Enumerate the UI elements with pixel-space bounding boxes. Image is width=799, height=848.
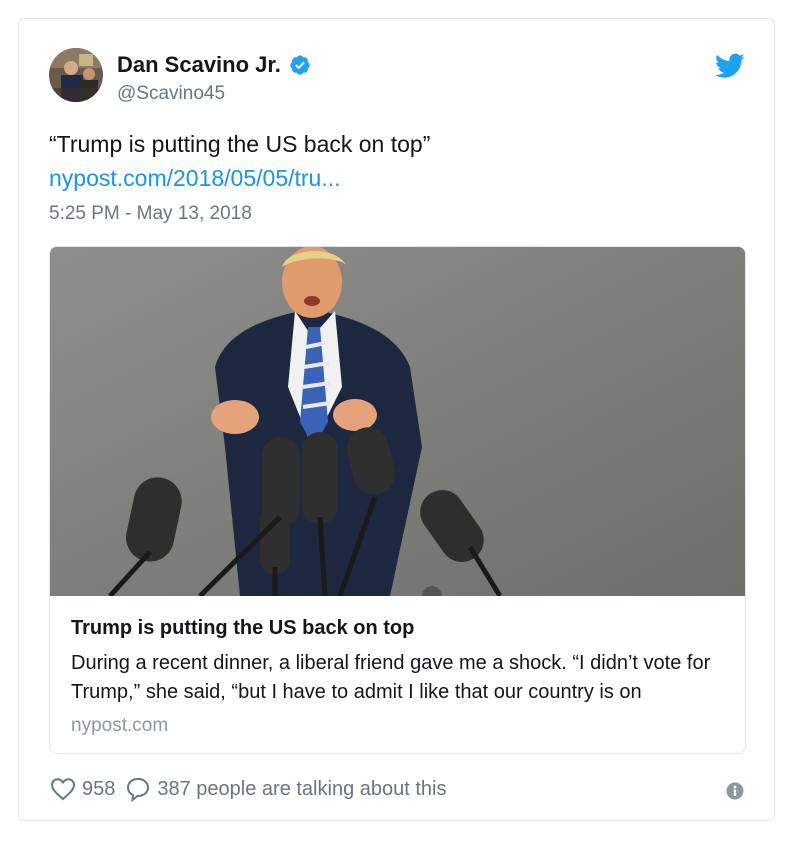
like-button[interactable]: 958 xyxy=(50,777,115,801)
tweet-timestamp[interactable]: 5:25 PM - May 13, 2018 xyxy=(49,203,252,225)
conversation-count: 387 people are talking about this xyxy=(157,777,447,800)
user-handle[interactable]: @Scavino45 xyxy=(117,83,225,105)
reply-bubble-icon xyxy=(127,777,150,802)
twitter-bird-icon[interactable] xyxy=(715,53,745,79)
tweet-actions: 958 387 people are talking about this xyxy=(50,776,456,802)
conversation-button[interactable]: 387 people are talking about this xyxy=(125,776,446,802)
tweet-link[interactable]: nypost.com/2018/05/05/tru... xyxy=(49,165,341,192)
like-count: 958 xyxy=(82,777,116,800)
tweet-card[interactable]: Dan Scavino Jr. @Scavino45 “Trump is put… xyxy=(18,18,775,821)
avatar[interactable] xyxy=(49,48,103,102)
display-name[interactable]: Dan Scavino Jr. xyxy=(117,52,311,78)
link-preview-domain: nypost.com xyxy=(71,715,169,736)
verified-badge-icon xyxy=(290,55,310,75)
display-name-text[interactable]: Dan Scavino Jr. xyxy=(117,52,281,78)
info-icon[interactable] xyxy=(726,782,744,800)
link-preview-description: During a recent dinner, a liberal friend… xyxy=(71,652,711,703)
tweet-text: “Trump is putting the US back on top” xyxy=(49,131,431,157)
link-preview-image[interactable] xyxy=(50,247,745,596)
link-preview-card[interactable]: Trump is putting the US back on top Duri… xyxy=(49,246,746,754)
heart-icon xyxy=(50,778,76,801)
link-preview-title[interactable]: Trump is putting the US back on top xyxy=(71,615,725,641)
